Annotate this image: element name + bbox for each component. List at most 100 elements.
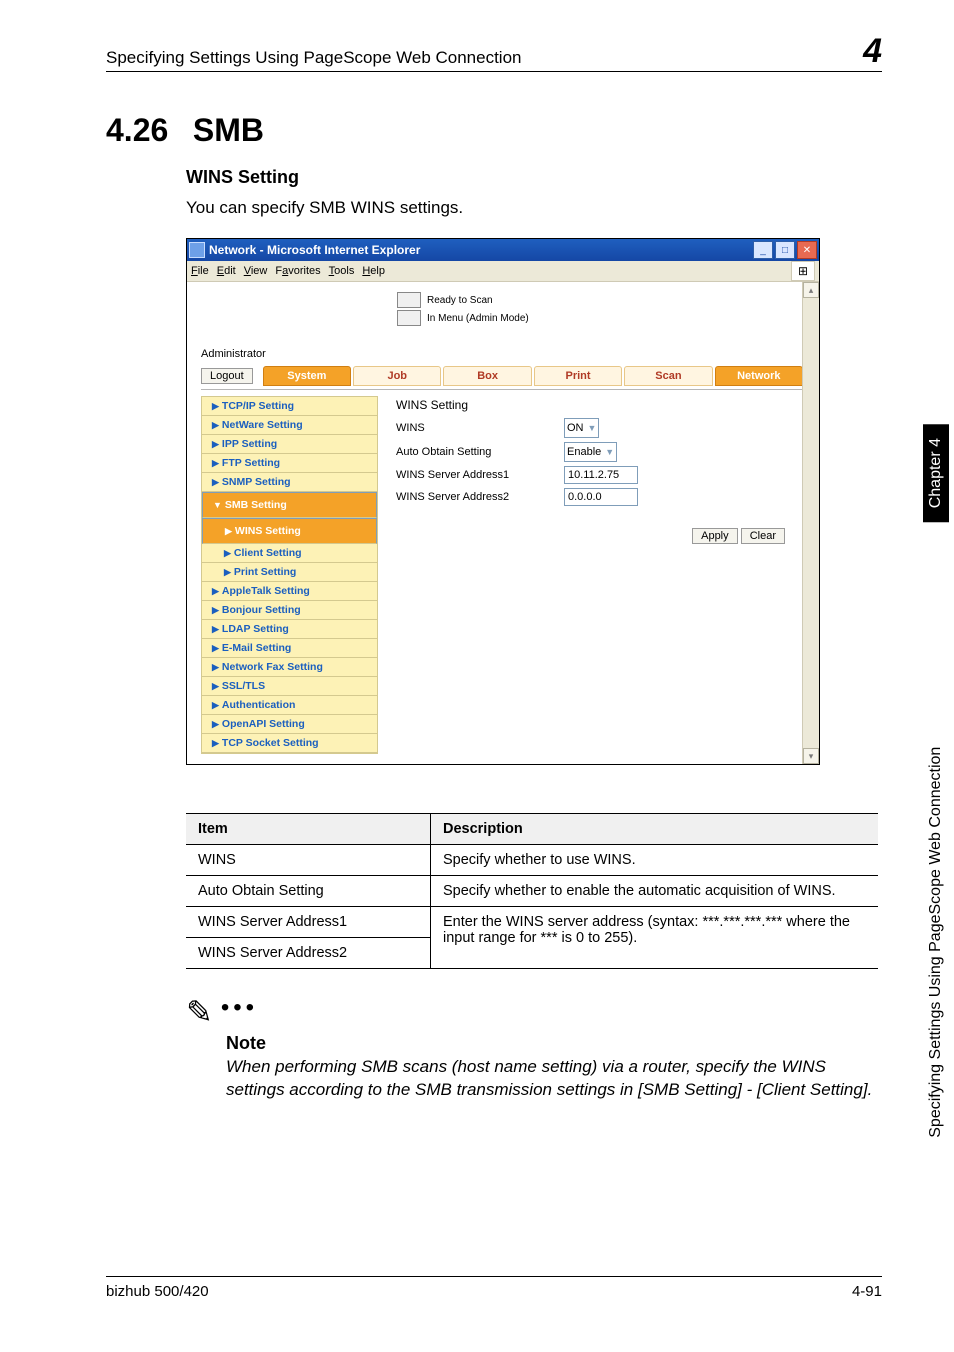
triangle-icon: ▶ [212,681,219,692]
sidebar-item-snmp[interactable]: ▶SNMP Setting [202,473,377,492]
scroll-down-icon[interactable]: ▾ [803,748,819,764]
subsection-heading: WINS Setting [186,167,882,188]
close-button[interactable]: ✕ [797,241,817,259]
triangle-icon: ▶ [224,567,231,578]
chevron-down-icon: ▼ [605,447,614,457]
side-tab-chapter: Chapter 4 [923,424,949,522]
cell-item: WINS [186,845,431,876]
sidebar-item-wins[interactable]: ▶WINS Setting [202,518,377,544]
page-footer: bizhub 500/420 4-91 [106,1276,882,1300]
sidebar-item-appletalk[interactable]: ▶AppleTalk Setting [202,582,377,601]
pencil-icon: ✎ [186,993,213,1031]
triangle-icon: ▶ [212,738,219,749]
menu-tools[interactable]: Tools [329,265,355,277]
triangle-icon: ▶ [212,643,219,654]
sidebar-item-client[interactable]: ▶Client Setting [202,544,377,563]
sidebar-item-email[interactable]: ▶E-Mail Setting [202,639,377,658]
browser-menubar: File Edit View Favorites Tools Help ⊞ [187,261,819,282]
minimize-button[interactable]: _ [753,241,773,259]
maximize-button[interactable]: □ [775,241,795,259]
triangle-icon: ▶ [212,662,219,673]
running-header: Specifying Settings Using PageScope Web … [106,34,882,72]
window-titlebar: Network - Microsoft Internet Explorer _ … [187,239,819,261]
footer-page: 4-91 [852,1283,882,1300]
cell-item: WINS Server Address1 [186,907,431,938]
sidebar-item-bonjour[interactable]: ▶Bonjour Setting [202,601,377,620]
tab-job[interactable]: Job [353,366,441,386]
running-title: Specifying Settings Using PageScope Web … [106,48,522,68]
tab-box[interactable]: Box [443,366,531,386]
table-row: Auto Obtain Setting Specify whether to e… [186,876,878,907]
logout-button[interactable]: Logout [201,368,253,384]
menu-help[interactable]: Help [362,265,385,277]
tab-network[interactable]: Network [715,366,803,386]
ie-icon [189,242,205,258]
vertical-scrollbar[interactable]: ▴ ▾ [802,282,819,764]
triangle-icon: ▶ [212,586,219,597]
sidebar-item-auth[interactable]: ▶Authentication [202,696,377,715]
side-tab-text: Specifying Settings Using PageScope Web … [927,526,945,1138]
scroll-up-icon[interactable]: ▴ [803,282,819,298]
sidebar-item-networkfax[interactable]: ▶Network Fax Setting [202,658,377,677]
section-heading: 4.26 SMB [106,112,882,149]
menu-favorites[interactable]: Favorites [275,265,320,277]
triangle-icon: ▶ [225,526,232,537]
field-addr2: WINS Server Address2 [396,488,795,506]
triangle-icon: ▶ [212,605,219,616]
wins-select[interactable]: ON▼ [564,418,599,438]
triangle-down-icon: ▼ [213,500,222,510]
sidebar-item-ssltls[interactable]: ▶SSL/TLS [202,677,377,696]
sidebar-item-print[interactable]: ▶Print Setting [202,563,377,582]
menu-file[interactable]: File [191,265,209,277]
apply-button[interactable]: Apply [692,528,738,544]
addr2-input[interactable] [564,488,638,506]
sidebar-item-ipp[interactable]: ▶IPP Setting [202,435,377,454]
sidebar-item-openapi[interactable]: ▶OpenAPI Setting [202,715,377,734]
tab-print[interactable]: Print [534,366,622,386]
menu-edit[interactable]: Edit [217,265,236,277]
clear-button[interactable]: Clear [741,528,785,544]
triangle-icon: ▶ [212,719,219,730]
addr1-input[interactable] [564,466,638,484]
cell-item: WINS Server Address2 [186,938,431,969]
chevron-down-icon: ▼ [588,423,597,433]
menu-view[interactable]: View [244,265,268,277]
sidebar-item-tcpsocket[interactable]: ▶TCP Socket Setting [202,734,377,753]
sidebar-item-smb[interactable]: ▼SMB Setting [202,492,377,518]
note-text: When performing SMB scans (host name set… [226,1056,878,1102]
th-description: Description [431,814,879,845]
chapter-number-big: 4 [863,34,882,68]
section-title: SMB [193,112,264,148]
tab-system[interactable]: System [263,366,351,386]
main-pane: WINS Setting WINS ON▼ Auto Obtain Settin… [378,396,805,754]
printer-icon [397,292,421,308]
triangle-icon: ▶ [212,439,219,450]
addr1-label: WINS Server Address1 [396,469,564,481]
sidebar-item-ftp[interactable]: ▶FTP Setting [202,454,377,473]
button-row: Apply Clear [396,528,795,544]
status-ready: Ready to Scan [427,295,493,306]
sidebar-item-tcpip[interactable]: ▶TCP/IP Setting [202,397,377,416]
cell-desc: Specify whether to use WINS. [431,845,879,876]
tab-scan[interactable]: Scan [624,366,712,386]
triangle-icon: ▶ [212,624,219,635]
triangle-icon: ▶ [224,548,231,559]
tab-strip: System Job Box Print Scan Network [263,366,805,386]
window-title: Network - Microsoft Internet Explorer [209,243,751,257]
device-status: Ready to Scan In Menu (Admin Mode) [397,292,805,326]
sidebar-item-ldap[interactable]: ▶LDAP Setting [202,620,377,639]
th-item: Item [186,814,431,845]
intro-text: You can specify SMB WINS settings. [186,198,882,218]
field-auto-obtain: Auto Obtain Setting Enable▼ [396,442,795,462]
sidebar-item-netware[interactable]: ▶NetWare Setting [202,416,377,435]
top-row: Logout System Job Box Print Scan Network [201,366,805,386]
triangle-icon: ▶ [212,420,219,431]
table-header-row: Item Description [186,814,878,845]
table-row: WINS Specify whether to use WINS. [186,845,878,876]
triangle-icon: ▶ [212,401,219,412]
triangle-icon: ▶ [212,458,219,469]
auto-obtain-select[interactable]: Enable▼ [564,442,617,462]
note-block: ✎••• Note When performing SMB scans (hos… [186,993,878,1102]
lower-area: ▶TCP/IP Setting ▶NetWare Setting ▶IPP Se… [201,396,805,754]
field-wins: WINS ON▼ [396,418,795,438]
